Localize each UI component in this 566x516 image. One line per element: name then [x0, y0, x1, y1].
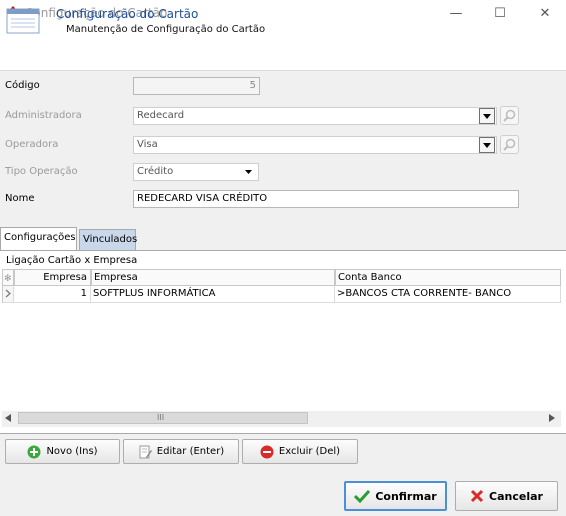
cancelar-button[interactable]: Cancelar [455, 481, 558, 511]
tab-configuracoes[interactable]: Configurações [0, 227, 77, 251]
administradora-dropdown-button[interactable] [479, 108, 495, 124]
close-button[interactable]: ✕ [527, 0, 563, 26]
column-header-empresa[interactable]: Empresa [91, 269, 335, 286]
search-icon [503, 109, 516, 122]
scroll-right-icon[interactable] [549, 414, 555, 422]
form-window-icon [6, 8, 40, 34]
scroll-left-icon[interactable] [5, 414, 11, 422]
nome-input[interactable]: REDECARD VISA CRÉDITO [133, 190, 519, 208]
administradora-label: Administradora [5, 110, 82, 121]
table-cell-empresa[interactable]: SOFTPLUS INFORMÁTICA [91, 286, 335, 303]
svg-text:✻: ✻ [4, 274, 12, 284]
administradora-search-button[interactable] [500, 106, 519, 125]
column-header-empresa-id[interactable]: Empresa [14, 269, 91, 286]
tipo-operacao-label: Tipo Operação [5, 166, 78, 177]
minimize-button[interactable]: — [438, 0, 474, 26]
add-icon [27, 445, 41, 458]
novo-button[interactable]: Novo (Ins) [5, 439, 120, 464]
cancel-x-icon [470, 489, 484, 503]
scrollbar-grip: III [157, 413, 165, 422]
grid-select-all-cell[interactable]: ✻ [2, 269, 14, 286]
confirmar-label: Confirmar [375, 489, 437, 503]
nome-label: Nome [5, 193, 35, 204]
header-subtitle: Manutenção de Configuração do Cartão [66, 24, 266, 35]
excluir-button[interactable]: Excluir (Del) [242, 439, 358, 464]
novo-label: Novo (Ins) [46, 446, 98, 457]
codigo-field[interactable]: 5 [133, 77, 260, 95]
operadora-dropdown-button[interactable] [479, 137, 495, 153]
maximize-icon: ☐ [494, 5, 506, 21]
codigo-label: Código [5, 80, 40, 91]
excluir-label: Excluir (Del) [278, 446, 341, 457]
tab-vinculados[interactable]: Vinculados [79, 229, 137, 251]
confirmar-button[interactable]: Confirmar [344, 481, 447, 511]
operadora-combo[interactable]: Visa [133, 136, 497, 154]
check-icon [354, 489, 371, 503]
maximize-button[interactable]: ☐ [482, 0, 518, 26]
cancelar-label: Cancelar [489, 489, 543, 503]
chevron-down-icon [483, 142, 491, 148]
minimize-icon: — [449, 5, 463, 21]
row-indicator[interactable] [2, 286, 14, 303]
search-icon [503, 138, 516, 151]
grid-caption: Ligação Cartão x Empresa [6, 255, 138, 266]
editar-button[interactable]: Editar (Enter) [123, 439, 239, 464]
table-cell-empresa-id[interactable]: 1 [14, 286, 91, 303]
edit-icon [139, 445, 152, 458]
header-title: Configuração do Cartão [56, 7, 199, 21]
delete-icon [260, 445, 274, 458]
close-icon: ✕ [539, 5, 551, 21]
editar-label: Editar (Enter) [156, 446, 225, 457]
grid-indicator-icon: ✻ [4, 274, 12, 284]
administradora-combo[interactable]: Redecard [133, 107, 497, 125]
tipo-operacao-select[interactable]: Crédito [133, 163, 259, 181]
operadora-label: Operadora [5, 139, 59, 150]
column-header-conta-banco[interactable]: Conta Banco [335, 269, 561, 286]
operadora-search-button[interactable] [500, 135, 519, 154]
table-cell-conta-banco[interactable]: >BANCOS CTA CORRENTE- BANCO [335, 286, 561, 303]
chevron-down-icon [483, 113, 491, 119]
chevron-down-icon [245, 170, 252, 174]
chevron-right-icon [5, 289, 11, 298]
